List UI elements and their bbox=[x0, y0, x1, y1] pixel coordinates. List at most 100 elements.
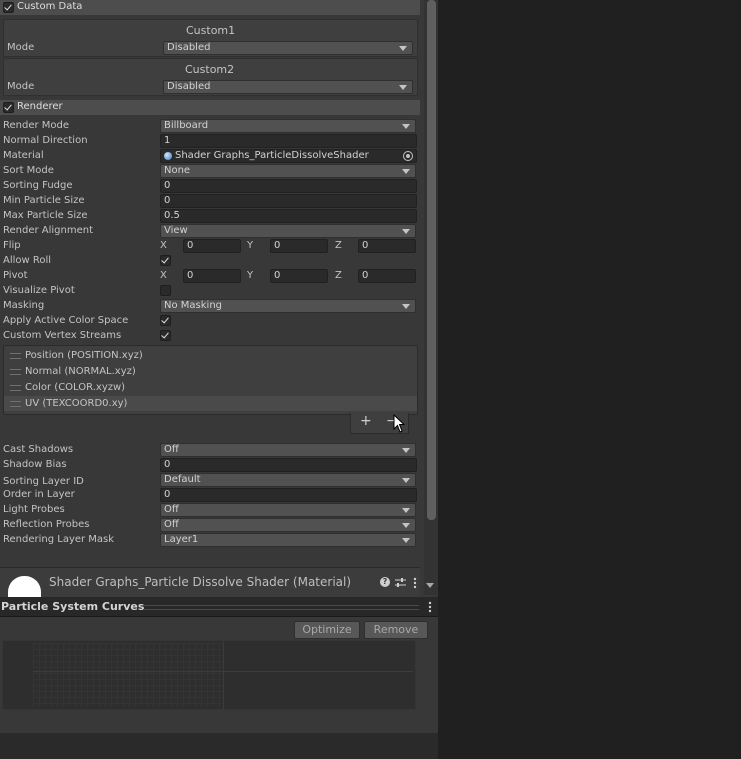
curve-graph[interactable] bbox=[2, 640, 416, 710]
renderer-header[interactable]: Renderer bbox=[0, 100, 420, 115]
order-in-layer-label: Order in Layer bbox=[3, 489, 75, 500]
settings-sliders-icon[interactable] bbox=[395, 577, 406, 588]
drag-handle-icon[interactable] bbox=[143, 605, 419, 610]
remove-curve-button[interactable]: Remove bbox=[364, 621, 428, 639]
sorting-layer-id-dropdown[interactable]: Default bbox=[160, 473, 416, 487]
render-mode-dropdown[interactable]: Billboard bbox=[160, 119, 416, 133]
render-alignment-dropdown[interactable]: View bbox=[160, 224, 416, 238]
pivot-z-label: Z bbox=[335, 270, 342, 281]
flip-z-field[interactable]: 0 bbox=[358, 239, 416, 253]
material-name: Shader Graphs_Particle Dissolve Shader (… bbox=[49, 575, 352, 589]
allow-roll-checkbox[interactable] bbox=[160, 255, 171, 266]
cast-shadows-label: Cast Shadows bbox=[3, 444, 74, 455]
custom-data-header[interactable]: Custom Data bbox=[0, 0, 420, 15]
flip-x-field[interactable]: 0 bbox=[183, 239, 241, 253]
help-icon[interactable]: ? bbox=[380, 577, 390, 587]
add-stream-button[interactable]: + bbox=[360, 413, 372, 429]
kebab-menu-icon[interactable] bbox=[428, 601, 432, 613]
sort-mode-dropdown[interactable]: None bbox=[160, 164, 416, 178]
drag-handle-icon[interactable] bbox=[10, 353, 21, 359]
material-header[interactable]: Shader Graphs_Particle Dissolve Shader (… bbox=[0, 567, 420, 597]
custom1-mode-label: Mode bbox=[7, 42, 35, 53]
light-probes-label: Light Probes bbox=[3, 504, 65, 515]
flip-y-field[interactable]: 0 bbox=[270, 239, 328, 253]
inspector-panel: Custom Data Custom1 Mode Disabled Custom… bbox=[0, 0, 438, 759]
pivot-z-field[interactable]: 0 bbox=[358, 269, 416, 283]
custom2-mode-dropdown[interactable]: Disabled bbox=[163, 80, 413, 94]
pivot-label: Pivot bbox=[3, 270, 28, 281]
chevron-down-icon bbox=[399, 46, 407, 51]
drag-handle-icon[interactable] bbox=[10, 385, 21, 391]
vertex-streams-list: Position (POSITION.xyz) Normal (NORMAL.x… bbox=[3, 345, 418, 415]
reflection-probes-dropdown[interactable]: Off bbox=[160, 518, 416, 532]
scrollbar-thumb[interactable] bbox=[427, 0, 436, 520]
bottom-strip bbox=[0, 733, 438, 759]
pivot-y-field[interactable]: 0 bbox=[270, 269, 328, 283]
list-item[interactable]: Normal (NORMAL.xyz) bbox=[4, 364, 417, 379]
light-probes-dropdown[interactable]: Off bbox=[160, 503, 416, 517]
chevron-down-icon bbox=[402, 508, 410, 513]
custom1-title: Custom1 bbox=[186, 24, 236, 37]
max-particle-size-field[interactable]: 0.5 bbox=[160, 209, 417, 223]
sorting-layer-id-label: Sorting Layer ID bbox=[3, 476, 84, 487]
optimize-button[interactable]: Optimize bbox=[294, 621, 360, 639]
pivot-y-label: Y bbox=[247, 270, 254, 281]
chevron-down-icon bbox=[402, 538, 410, 543]
scene-view-area bbox=[438, 0, 741, 759]
curves-header[interactable]: Particle System Curves bbox=[0, 597, 438, 617]
list-item[interactable]: Position (POSITION.xyz) bbox=[4, 348, 417, 363]
custom1-mode-dropdown[interactable]: Disabled bbox=[163, 41, 413, 55]
drag-handle-icon[interactable] bbox=[10, 369, 21, 375]
chevron-down-icon bbox=[402, 448, 410, 453]
rendering-layer-mask-dropdown[interactable]: Layer1 bbox=[160, 533, 416, 547]
chevron-down-icon bbox=[402, 229, 410, 234]
renderer-label: Renderer bbox=[17, 101, 63, 112]
shadow-bias-field[interactable]: 0 bbox=[160, 458, 417, 472]
custom-vertex-streams-label: Custom Vertex Streams bbox=[3, 330, 122, 341]
visualize-pivot-label: Visualize Pivot bbox=[3, 285, 75, 296]
sorting-fudge-field[interactable]: 0 bbox=[160, 179, 417, 193]
drag-handle-icon[interactable] bbox=[10, 401, 21, 407]
flip-y-label: Y bbox=[247, 240, 254, 251]
flip-label: Flip bbox=[3, 240, 21, 251]
cast-shadows-dropdown[interactable]: Off bbox=[160, 443, 416, 457]
custom-data-label: Custom Data bbox=[17, 1, 83, 12]
pivot-x-label: X bbox=[160, 270, 167, 281]
min-particle-size-field[interactable]: 0 bbox=[160, 194, 417, 208]
masking-label: Masking bbox=[3, 300, 45, 311]
allow-roll-label: Allow Roll bbox=[3, 255, 52, 266]
custom2-title: Custom2 bbox=[185, 63, 235, 76]
flip-x-label: X bbox=[160, 240, 167, 251]
normal-direction-label: Normal Direction bbox=[3, 135, 88, 146]
chevron-down-icon bbox=[402, 478, 410, 483]
shadow-bias-label: Shadow Bias bbox=[3, 459, 67, 470]
mouse-cursor-icon bbox=[393, 414, 405, 433]
flip-z-label: Z bbox=[335, 240, 342, 251]
custom-data-checkbox[interactable] bbox=[3, 2, 14, 13]
scroll-down-icon[interactable] bbox=[426, 583, 434, 588]
apply-active-color-space-checkbox[interactable] bbox=[160, 315, 171, 326]
max-particle-size-label: Max Particle Size bbox=[3, 210, 88, 221]
chevron-down-icon bbox=[402, 304, 410, 309]
min-particle-size-label: Min Particle Size bbox=[3, 195, 85, 206]
object-picker-icon[interactable] bbox=[403, 151, 413, 161]
list-item[interactable]: UV (TEXCOORD0.xy) bbox=[4, 396, 417, 411]
sorting-fudge-label: Sorting Fudge bbox=[3, 180, 73, 191]
rendering-layer-mask-label: Rendering Layer Mask bbox=[3, 534, 115, 545]
normal-direction-field[interactable]: 1 bbox=[160, 134, 417, 148]
masking-dropdown[interactable]: No Masking bbox=[160, 299, 416, 313]
kebab-menu-icon[interactable] bbox=[413, 577, 417, 589]
chevron-down-icon bbox=[402, 124, 410, 129]
material-label: Material bbox=[3, 150, 44, 161]
material-field[interactable]: Shader Graphs_ParticleDissolveShader bbox=[160, 149, 417, 163]
render-mode-label: Render Mode bbox=[3, 120, 70, 131]
list-item[interactable]: Color (COLOR.xyzw) bbox=[4, 380, 417, 395]
chevron-down-icon bbox=[402, 523, 410, 528]
order-in-layer-field[interactable]: 0 bbox=[160, 488, 417, 502]
visualize-pivot-checkbox[interactable] bbox=[160, 285, 171, 296]
custom-vertex-streams-checkbox[interactable] bbox=[160, 330, 171, 341]
renderer-checkbox[interactable] bbox=[3, 102, 14, 113]
apply-active-color-space-label: Apply Active Color Space bbox=[3, 315, 129, 326]
render-alignment-label: Render Alignment bbox=[3, 225, 94, 236]
pivot-x-field[interactable]: 0 bbox=[183, 269, 241, 283]
